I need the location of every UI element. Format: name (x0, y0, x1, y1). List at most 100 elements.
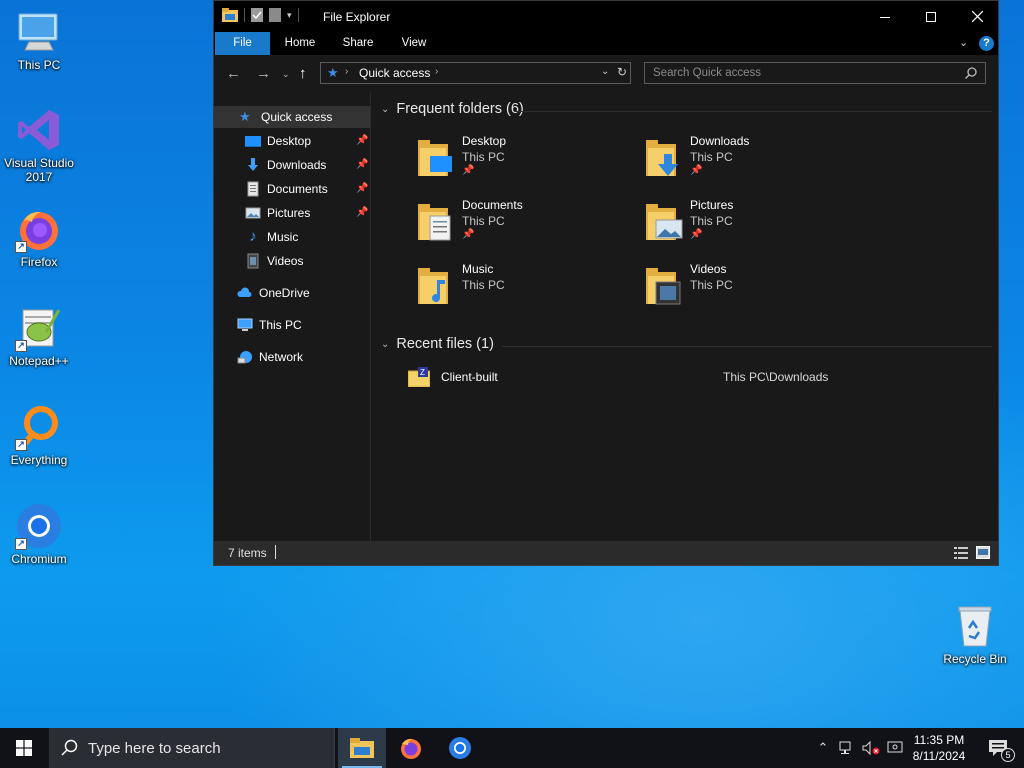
nav-item-label: Documents (267, 182, 328, 196)
pin-icon: 📌 (356, 183, 369, 194)
folder-location: This PC (690, 150, 733, 164)
close-icon (971, 11, 983, 22)
folder-name: Music (462, 262, 494, 276)
folder-name: Videos (690, 262, 727, 276)
documents-folder-icon (418, 204, 451, 241)
nav-network[interactable]: Network (237, 346, 303, 368)
properties-icon[interactable] (251, 8, 263, 22)
quick-access-toolbar: ▾ (222, 8, 299, 22)
everything-icon: ↗ (15, 403, 63, 451)
chevron-up-icon: ⌃ (817, 740, 829, 755)
tab-view[interactable]: View (390, 32, 438, 55)
taskbar-file-explorer[interactable] (338, 728, 386, 768)
start-button[interactable] (0, 728, 48, 768)
nav-this-pc[interactable]: This PC (237, 314, 302, 336)
back-button[interactable]: ← (226, 65, 241, 82)
desktop-icon-this-pc[interactable]: This PC (1, 8, 77, 72)
breadcrumb-separator-icon: › (345, 66, 349, 77)
shortcut-arrow-icon: ↗ (15, 241, 27, 253)
this-pc-icon (237, 318, 253, 331)
maximize-icon (926, 11, 936, 22)
title-bar[interactable]: ▾ File Explorer (214, 1, 998, 32)
minimize-button[interactable] (862, 1, 908, 32)
search-box[interactable]: Search Quick access (644, 62, 986, 84)
desktop-folder-icon (245, 136, 261, 147)
desktop-icon-everything[interactable]: ↗ Everything (1, 403, 77, 467)
onedrive-icon (237, 287, 252, 297)
folder-tile-videos[interactable]: Videos This PC (644, 262, 864, 318)
folder-tile-pictures[interactable]: Pictures This PC 📌 (644, 198, 864, 254)
details-view-icon[interactable] (954, 547, 968, 559)
help-icon[interactable]: ? (979, 36, 994, 51)
quick-access-star-icon: ★ (239, 109, 251, 124)
folder-tile-downloads[interactable]: Downloads This PC 📌 (644, 134, 864, 190)
nav-videos[interactable]: Videos (245, 250, 303, 272)
new-folder-icon[interactable] (269, 8, 281, 22)
nav-quick-access[interactable]: ★ Quick access (214, 106, 370, 128)
search-placeholder: Search Quick access (653, 67, 762, 79)
visual-studio-icon (15, 106, 63, 154)
desktop-icon-recycle-bin[interactable]: Recycle Bin (937, 602, 1013, 666)
nav-music[interactable]: ♪ Music (245, 226, 298, 248)
taskbar-chromium[interactable] (436, 728, 484, 768)
taskbar-search-placeholder: Type here to search (88, 740, 221, 757)
desktop-icon-label: Everything (10, 453, 68, 467)
folder-tile-documents[interactable]: Documents This PC 📌 (416, 198, 636, 254)
pin-icon: 📌 (356, 207, 369, 218)
show-hidden-icons-button[interactable]: ⌃ (812, 728, 834, 768)
folder-name: Pictures (690, 198, 734, 212)
address-dropdown-icon[interactable]: ⌄ (601, 66, 609, 77)
refresh-icon[interactable]: ↻ (617, 65, 627, 79)
shortcut-arrow-icon: ↗ (15, 538, 27, 550)
music-folder-icon: ♪ (249, 228, 257, 245)
nav-desktop[interactable]: Desktop (245, 130, 311, 152)
nav-pictures[interactable]: Pictures (245, 202, 310, 224)
forward-button[interactable]: → (256, 65, 271, 82)
desktop-icon-label: This PC (17, 58, 61, 72)
folder-tile-desktop[interactable]: Desktop This PC 📌 (416, 134, 636, 190)
action-center-button[interactable]: 5 (980, 728, 1016, 768)
folder-tile-music[interactable]: Music This PC (416, 262, 636, 318)
nav-documents[interactable]: Documents (245, 178, 328, 200)
volume-tray-button[interactable] (860, 728, 882, 768)
nav-item-label: Videos (267, 254, 304, 268)
expand-ribbon-icon[interactable]: ⌄ (959, 36, 968, 49)
close-button[interactable] (954, 1, 1000, 32)
folder-app-icon (222, 8, 238, 22)
frequent-folders-header[interactable]: ⌄ Frequent folders (6) (381, 101, 524, 117)
taskbar-search-box[interactable]: Type here to search (49, 728, 335, 768)
search-icon (61, 739, 78, 756)
desktop-icon-visual-studio[interactable]: Visual Studio 2017 (1, 106, 77, 184)
maximize-button[interactable] (908, 1, 954, 32)
desktop-icon-firefox[interactable]: ↗ Firefox (1, 205, 77, 269)
collapse-chevron-icon: ⌄ (381, 103, 390, 115)
tab-file[interactable]: File (215, 32, 270, 55)
group-divider (502, 346, 992, 347)
recent-files-header[interactable]: ⌄ Recent files (1) (381, 336, 494, 352)
address-bar[interactable]: ★ › Quick access › ⌄ ↻ (320, 62, 631, 84)
network-tray-button[interactable] (836, 728, 858, 768)
network-wired-icon (839, 741, 851, 754)
nav-onedrive[interactable]: OneDrive (237, 282, 310, 304)
tab-share[interactable]: Share (334, 32, 382, 55)
nav-item-label: Quick access (261, 110, 333, 124)
recent-locations-button[interactable]: ⌄ (282, 69, 290, 80)
shortcut-arrow-icon: ↗ (15, 340, 27, 352)
folder-name: Downloads (690, 134, 750, 148)
taskbar-firefox[interactable] (387, 728, 435, 768)
tab-home[interactable]: Home (276, 32, 324, 55)
breadcrumb-quick-access[interactable]: Quick access (359, 66, 430, 80)
customize-qat-icon[interactable]: ▾ (287, 10, 292, 21)
nav-item-label: This PC (259, 318, 302, 332)
taskbar-clock[interactable]: 11:35 PM 8/11/2024 (902, 732, 976, 764)
nav-downloads[interactable]: Downloads (245, 154, 326, 176)
recent-file-row[interactable]: Z Client-built This PC\Downloads (408, 367, 988, 389)
folder-location: This PC (462, 150, 505, 164)
large-icons-view-icon[interactable] (976, 546, 990, 559)
up-button[interactable]: ↑ (299, 65, 307, 82)
pictures-folder-icon (245, 207, 261, 219)
desktop-icon-chromium[interactable]: ↗ Chromium (1, 502, 77, 566)
desktop-icon-notepadpp[interactable]: ↗ Notepad++ (1, 304, 77, 368)
this-pc-icon (15, 8, 63, 56)
notification-count-badge: 5 (1001, 748, 1015, 762)
